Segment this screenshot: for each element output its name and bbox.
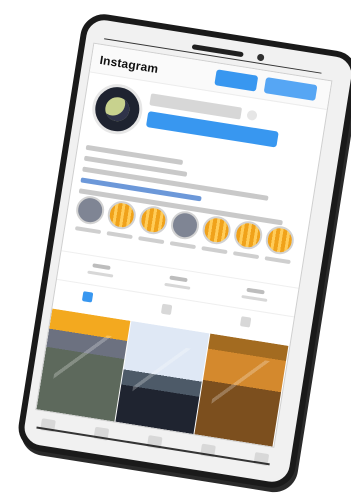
highlight-icon [168, 209, 202, 242]
canvas: Instagram [0, 0, 351, 499]
highlight-icon [105, 199, 138, 232]
stat-posts[interactable] [82, 262, 120, 281]
story-highlight[interactable] [230, 219, 267, 267]
highlight-icon [232, 219, 265, 252]
highlight-caption [138, 236, 165, 245]
highlight-icon [74, 194, 107, 227]
story-highlight[interactable] [198, 214, 235, 262]
stat-number [246, 287, 265, 295]
app-logo: Instagram [98, 52, 160, 77]
stat-followers[interactable] [159, 274, 197, 293]
highlight-caption [74, 226, 102, 235]
stat-label [164, 282, 191, 290]
stat-label [241, 294, 268, 302]
post-thumbnail[interactable] [194, 333, 289, 447]
post-thumbnail[interactable] [36, 308, 131, 422]
follow-button[interactable] [145, 111, 279, 148]
top-secondary-button[interactable] [263, 77, 318, 102]
top-primary-button[interactable] [214, 69, 259, 92]
stat-number [169, 275, 188, 283]
stat-number [92, 263, 111, 271]
tag-icon[interactable] [239, 316, 252, 328]
story-highlight[interactable] [103, 199, 140, 247]
story-highlight[interactable] [72, 194, 109, 242]
avatar [88, 80, 146, 138]
highlight-caption [106, 231, 133, 240]
highlight-caption [201, 246, 228, 255]
highlight-icon [137, 204, 170, 237]
highlight-caption [264, 256, 291, 265]
story-highlight[interactable] [135, 204, 172, 252]
post-thumbnail[interactable] [115, 321, 210, 435]
highlight-caption [169, 241, 197, 250]
phone-frame: Instagram [15, 10, 351, 492]
stat-label [87, 270, 114, 278]
highlight-caption [232, 251, 260, 260]
grid-icon[interactable] [81, 291, 94, 303]
verified-icon [246, 109, 258, 122]
list-icon[interactable] [160, 303, 173, 316]
highlight-icon [200, 214, 233, 247]
story-highlight[interactable] [166, 209, 203, 257]
highlight-icon [263, 224, 296, 257]
phone-sensor [256, 53, 265, 62]
story-highlight[interactable] [261, 224, 298, 272]
stat-following[interactable] [236, 286, 274, 305]
phone-screen: Instagram [35, 42, 333, 448]
